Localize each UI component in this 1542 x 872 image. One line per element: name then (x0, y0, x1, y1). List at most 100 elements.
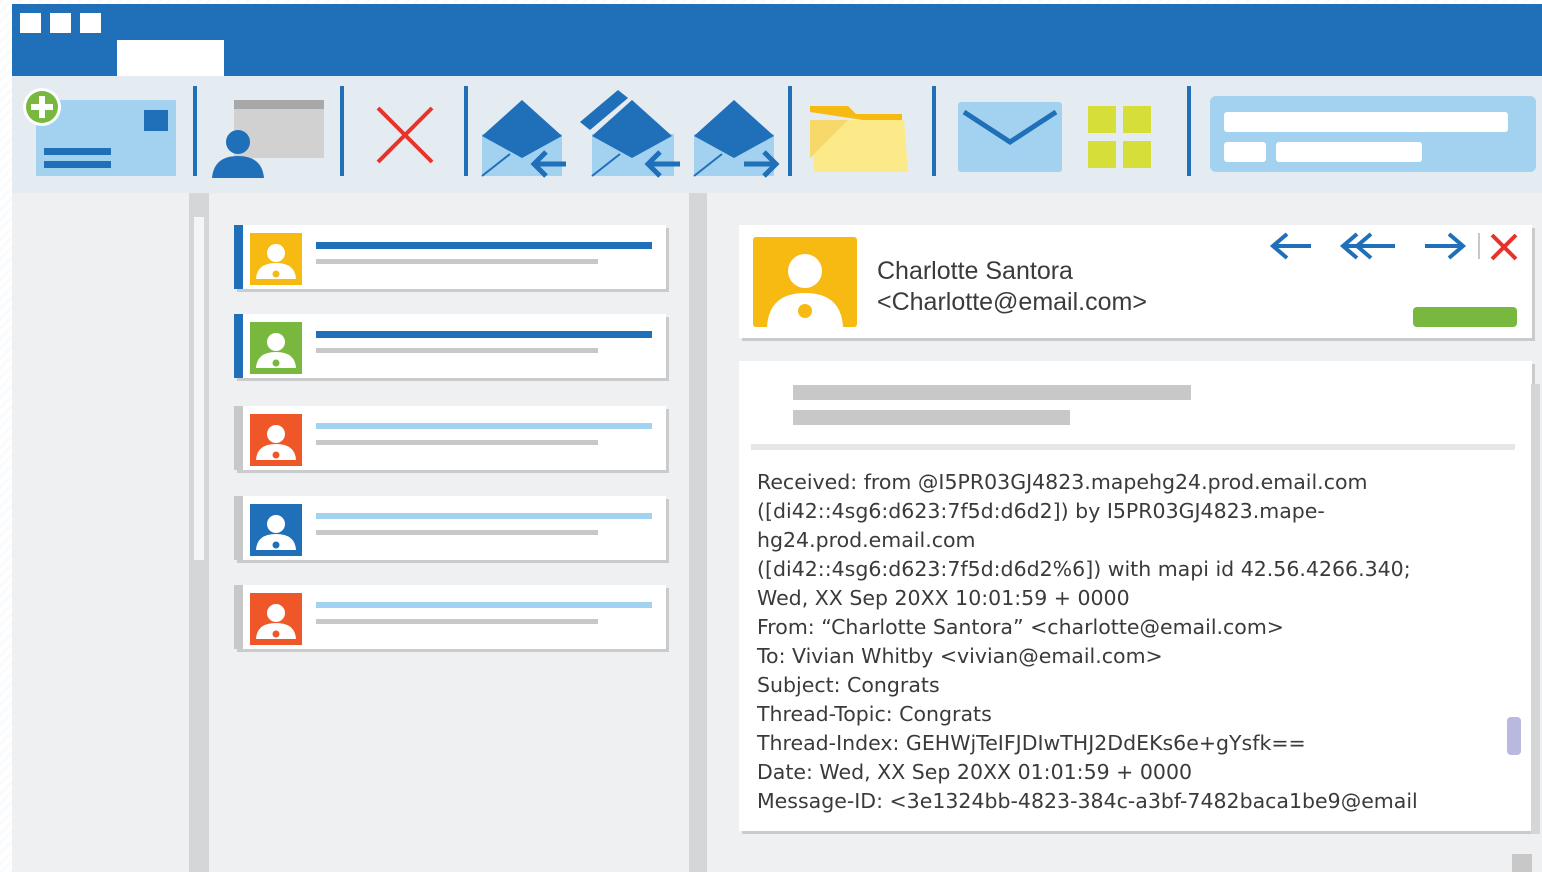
message-preview-line (316, 619, 598, 624)
toolbar-separator (193, 86, 197, 176)
header-line: Subject: Congrats (757, 673, 940, 697)
contact-avatar (250, 414, 302, 466)
message-preview-line (316, 602, 652, 608)
toolbar (12, 76, 1542, 193)
forward-arrow-icon (1425, 232, 1467, 260)
search-filter-field[interactable] (1276, 142, 1422, 162)
window-button[interactable] (20, 13, 41, 33)
reply-nav-button[interactable] (1269, 229, 1313, 263)
reply-button[interactable] (480, 96, 570, 180)
folder-button[interactable] (808, 98, 910, 174)
header-line: From: “Charlotte Santora” <charlotte@ema… (757, 615, 1284, 639)
contacts-button[interactable] (210, 96, 328, 178)
person-icon (767, 254, 843, 327)
list-item[interactable] (234, 314, 666, 378)
nav-separator (1478, 233, 1480, 259)
contacts-icon (212, 100, 324, 178)
list-item[interactable] (234, 406, 666, 470)
close-message-button[interactable] (1487, 229, 1521, 263)
header-line: Message-ID: <3e1324bb-4823-384c-a3bf-748… (757, 789, 1418, 813)
reply-arrow-icon (1269, 232, 1311, 260)
pane-splitter[interactable] (689, 193, 707, 872)
message-preview-line (316, 348, 598, 353)
header-line: hg24.prod.email.com (757, 528, 976, 552)
reply-all-nav-button[interactable] (1339, 229, 1399, 263)
delete-icon (376, 106, 434, 164)
person-icon (256, 333, 296, 368)
forward-icon (693, 100, 780, 178)
apps-button[interactable] (1088, 106, 1154, 170)
header-line: To: Vivian Whitby <vivian@email.com> (757, 644, 1163, 668)
grid-icon (1088, 106, 1151, 168)
person-icon (256, 515, 296, 550)
reply-all-button[interactable] (578, 88, 682, 180)
contact-avatar (250, 322, 302, 374)
new-message-icon (23, 88, 176, 176)
read-status-stripe (234, 406, 243, 470)
sender-name: Charlotte Santora (877, 257, 1073, 285)
window-button[interactable] (80, 13, 101, 33)
folder-pane-scrollbar[interactable] (189, 193, 209, 872)
toolbar-separator (1187, 86, 1191, 176)
search-scope-field[interactable] (1224, 142, 1266, 162)
header-line: ([di42::4sg6:d623:7f5d:d6d2]) by I5PR03G… (757, 499, 1325, 523)
sender-email[interactable]: <Charlotte@email.com> (877, 288, 1147, 317)
header-line: Wed, XX Sep 20XX 10:01:59 + 0000 (757, 586, 1130, 610)
contact-avatar (250, 233, 302, 285)
email-client-window: Charlotte Santora <Charlotte@email.com> (12, 4, 1542, 872)
person-icon (256, 244, 296, 279)
reply-icon (481, 100, 566, 178)
read-status-stripe (234, 314, 243, 378)
subject-placeholder (793, 385, 1191, 400)
window-button[interactable] (50, 13, 71, 33)
toolbar-separator (932, 86, 936, 176)
list-item[interactable] (234, 225, 666, 289)
message-preview-line (316, 513, 652, 519)
header-line: Thread-Index: GEHWjTeIFJDIwTHJ2DdEKs6e+g… (757, 731, 1306, 755)
read-status-stripe (234, 225, 243, 289)
message-body: Received: from @I5PR03GJ4823.mapehg24.pr… (739, 361, 1532, 831)
active-tab[interactable] (117, 40, 224, 76)
reply-all-icon (580, 90, 680, 178)
header-line: ([di42::4sg6:d623:7f5d:d6d2%6]) with map… (757, 557, 1411, 581)
message-preview-line (316, 530, 598, 535)
forward-button[interactable] (692, 96, 782, 180)
reading-pane-scrollbar[interactable] (1531, 384, 1540, 834)
header-line: Thread-Topic: Congrats (757, 702, 992, 726)
status-badge (1413, 307, 1517, 327)
list-item[interactable] (234, 496, 666, 560)
folder-pane (12, 193, 189, 872)
mail-icon (958, 102, 1062, 172)
search-box[interactable] (1210, 96, 1536, 172)
folder-icon (810, 106, 908, 172)
mail-button[interactable] (958, 102, 1062, 172)
header-line: Date: Wed, XX Sep 20XX 01:01:59 + 0000 (757, 760, 1193, 784)
contact-avatar (250, 593, 302, 645)
read-status-stripe (234, 585, 243, 649)
message-header: Charlotte Santora <Charlotte@email.com> (739, 225, 1532, 338)
resize-corner (1512, 854, 1532, 872)
search-input[interactable] (1224, 112, 1508, 132)
header-line: Received: from @I5PR03GJ4823.mapehg24.pr… (757, 470, 1368, 494)
new-message-button[interactable] (22, 86, 178, 178)
forward-nav-button[interactable] (1423, 229, 1467, 263)
person-icon (256, 604, 296, 639)
contact-avatar (250, 504, 302, 556)
title-bar (12, 4, 1542, 76)
sender-avatar (753, 237, 857, 327)
person-icon (256, 425, 296, 460)
list-item[interactable] (234, 585, 666, 649)
body-divider (751, 444, 1515, 450)
close-icon (1490, 233, 1518, 261)
message-preview-line (316, 423, 652, 429)
message-preview-line (316, 440, 598, 445)
toolbar-separator (340, 86, 344, 176)
scrollbar-thumb[interactable] (194, 217, 204, 560)
subject-placeholder (793, 410, 1070, 425)
message-preview-line (316, 242, 652, 249)
delete-button[interactable] (374, 106, 436, 164)
scrollbar-thumb[interactable] (1507, 717, 1521, 755)
toolbar-separator (788, 86, 792, 176)
read-status-stripe (234, 496, 243, 560)
message-preview-line (316, 331, 652, 338)
